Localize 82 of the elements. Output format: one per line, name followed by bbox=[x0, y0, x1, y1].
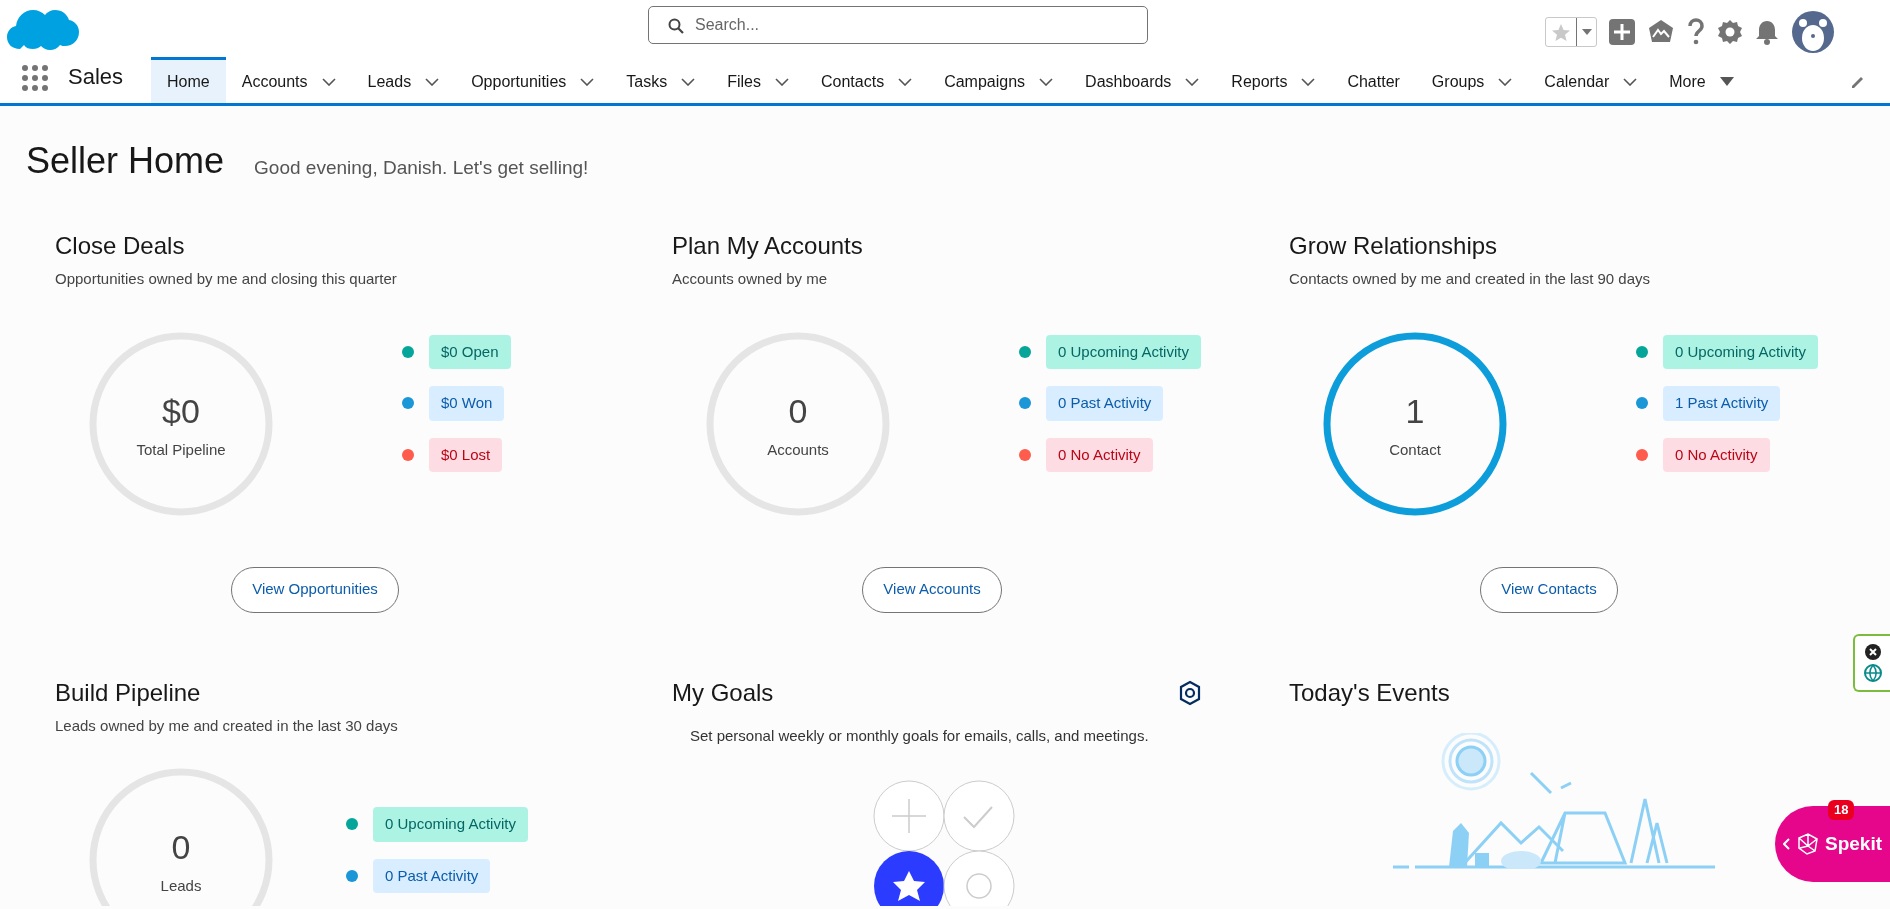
status-badge: $0 Open bbox=[429, 334, 511, 369]
ring-label: Total Pipeline bbox=[136, 439, 226, 460]
plus-icon[interactable] bbox=[1609, 19, 1635, 45]
chevron-down-icon bbox=[898, 77, 913, 86]
chevron-left-icon bbox=[1783, 838, 1791, 850]
card-title: My Goals bbox=[672, 677, 774, 708]
close-icon bbox=[1864, 644, 1881, 660]
help-icon[interactable] bbox=[1687, 18, 1705, 46]
nav-tab[interactable]: More bbox=[1653, 57, 1750, 103]
chevron-down-icon bbox=[681, 77, 696, 86]
card-subtitle: Contacts owned by me and created in the last 90 days bbox=[1289, 269, 1652, 289]
status-badge: 0 Past Activity bbox=[1046, 386, 1164, 421]
ring-value: $0 bbox=[162, 390, 200, 432]
nav-tab[interactable]: Contacts bbox=[805, 57, 929, 103]
chevron-down-icon bbox=[1185, 77, 1200, 86]
search-field[interactable]: Search... bbox=[648, 6, 1148, 44]
card-title: Grow Relationships bbox=[1289, 231, 1499, 261]
page-title: Seller Home bbox=[26, 139, 225, 183]
status-badge: $0 Lost bbox=[429, 437, 503, 472]
card-subtitle: Leads owned by me and created in the last 30 days bbox=[55, 715, 399, 736]
nav-tab[interactable]: Groups bbox=[1415, 57, 1529, 103]
chevron-down-icon bbox=[1301, 77, 1316, 86]
chevron-down-icon bbox=[321, 77, 336, 86]
chevron-down-icon bbox=[1498, 77, 1513, 86]
status-badge: 0 Upcoming Activity bbox=[373, 807, 528, 842]
status-badge: 0 Past Activity bbox=[373, 858, 491, 893]
card-title: Build Pipeline bbox=[55, 677, 202, 708]
chevron-down-icon bbox=[580, 77, 595, 86]
nav-tab[interactable]: Leads bbox=[351, 57, 456, 103]
status-badge: 0 No Activity bbox=[1046, 437, 1153, 472]
edit-icon[interactable] bbox=[1850, 74, 1866, 90]
view-button[interactable]: View Contacts bbox=[1480, 566, 1618, 613]
settings-icon[interactable] bbox=[1178, 679, 1202, 706]
nav-tab[interactable]: Files bbox=[711, 57, 805, 103]
nav-tab[interactable]: Campaigns bbox=[928, 57, 1070, 103]
nav-tab[interactable]: Dashboards bbox=[1069, 57, 1216, 103]
card-subtitle: Accounts owned by me bbox=[672, 269, 829, 289]
status-badge: 0 No Activity bbox=[1663, 437, 1770, 472]
status-badge: 0 Upcoming Activity bbox=[1046, 334, 1201, 369]
ring-value: 1 bbox=[1405, 390, 1425, 432]
nav-tab[interactable]: Chatter bbox=[1331, 57, 1416, 103]
card-title: Today's Events bbox=[1289, 677, 1450, 708]
bell-icon[interactable] bbox=[1755, 19, 1779, 45]
favorites-button[interactable] bbox=[1545, 17, 1597, 47]
card-subtitle: Opportunities owned by me and closing this quarter bbox=[55, 269, 398, 289]
globe-icon bbox=[1863, 664, 1882, 682]
ring-label: Contact bbox=[1389, 439, 1441, 460]
caret-down-icon bbox=[1719, 77, 1734, 86]
app-name: Sales bbox=[68, 63, 124, 91]
nav-tab[interactable]: Tasks bbox=[610, 57, 712, 103]
nav-tab[interactable]: Opportunities bbox=[455, 57, 611, 103]
ring-value: 0 bbox=[171, 827, 191, 869]
chevron-down-icon bbox=[1623, 77, 1638, 86]
ring-value: 0 bbox=[788, 390, 808, 432]
status-badge: 0 Upcoming Activity bbox=[1663, 334, 1818, 369]
nav-tab[interactable]: Reports bbox=[1215, 57, 1332, 103]
notification-badge: 18 bbox=[1828, 800, 1855, 820]
network-icon bbox=[1796, 832, 1820, 856]
side-widget[interactable] bbox=[1853, 634, 1890, 692]
nav-tab[interactable]: Home bbox=[151, 57, 226, 103]
ring-label: Accounts bbox=[767, 439, 829, 460]
chevron-down-icon bbox=[1039, 77, 1054, 86]
star-icon bbox=[1551, 23, 1571, 43]
greeting-text: Good evening, Danish. Let's get selling! bbox=[254, 155, 589, 180]
card-title: Plan My Accounts bbox=[672, 231, 864, 261]
caret-icon bbox=[1581, 29, 1592, 35]
nav-tab[interactable]: Calendar bbox=[1528, 57, 1654, 103]
status-badge: 1 Past Activity bbox=[1663, 386, 1781, 421]
card-description: Set personal weekly or monthly goals for emails, calls, and meetings. bbox=[690, 725, 1150, 746]
status-badge: $0 Won bbox=[429, 386, 505, 421]
view-button[interactable]: View Opportunities bbox=[231, 566, 399, 613]
card-title: Close Deals bbox=[55, 231, 186, 261]
chevron-down-icon bbox=[775, 77, 789, 86]
chevron-down-icon bbox=[425, 77, 440, 86]
mountain-icon[interactable] bbox=[1647, 19, 1675, 45]
avatar-icon[interactable] bbox=[1791, 10, 1835, 54]
ring-label: Leads bbox=[160, 876, 202, 897]
search-icon bbox=[668, 18, 684, 34]
app-launcher-icon[interactable] bbox=[22, 65, 48, 91]
spekit-label: Spekit bbox=[1825, 831, 1883, 856]
nav-tab[interactable]: Accounts bbox=[225, 57, 352, 103]
view-button[interactable]: View Accounts bbox=[862, 566, 1002, 613]
